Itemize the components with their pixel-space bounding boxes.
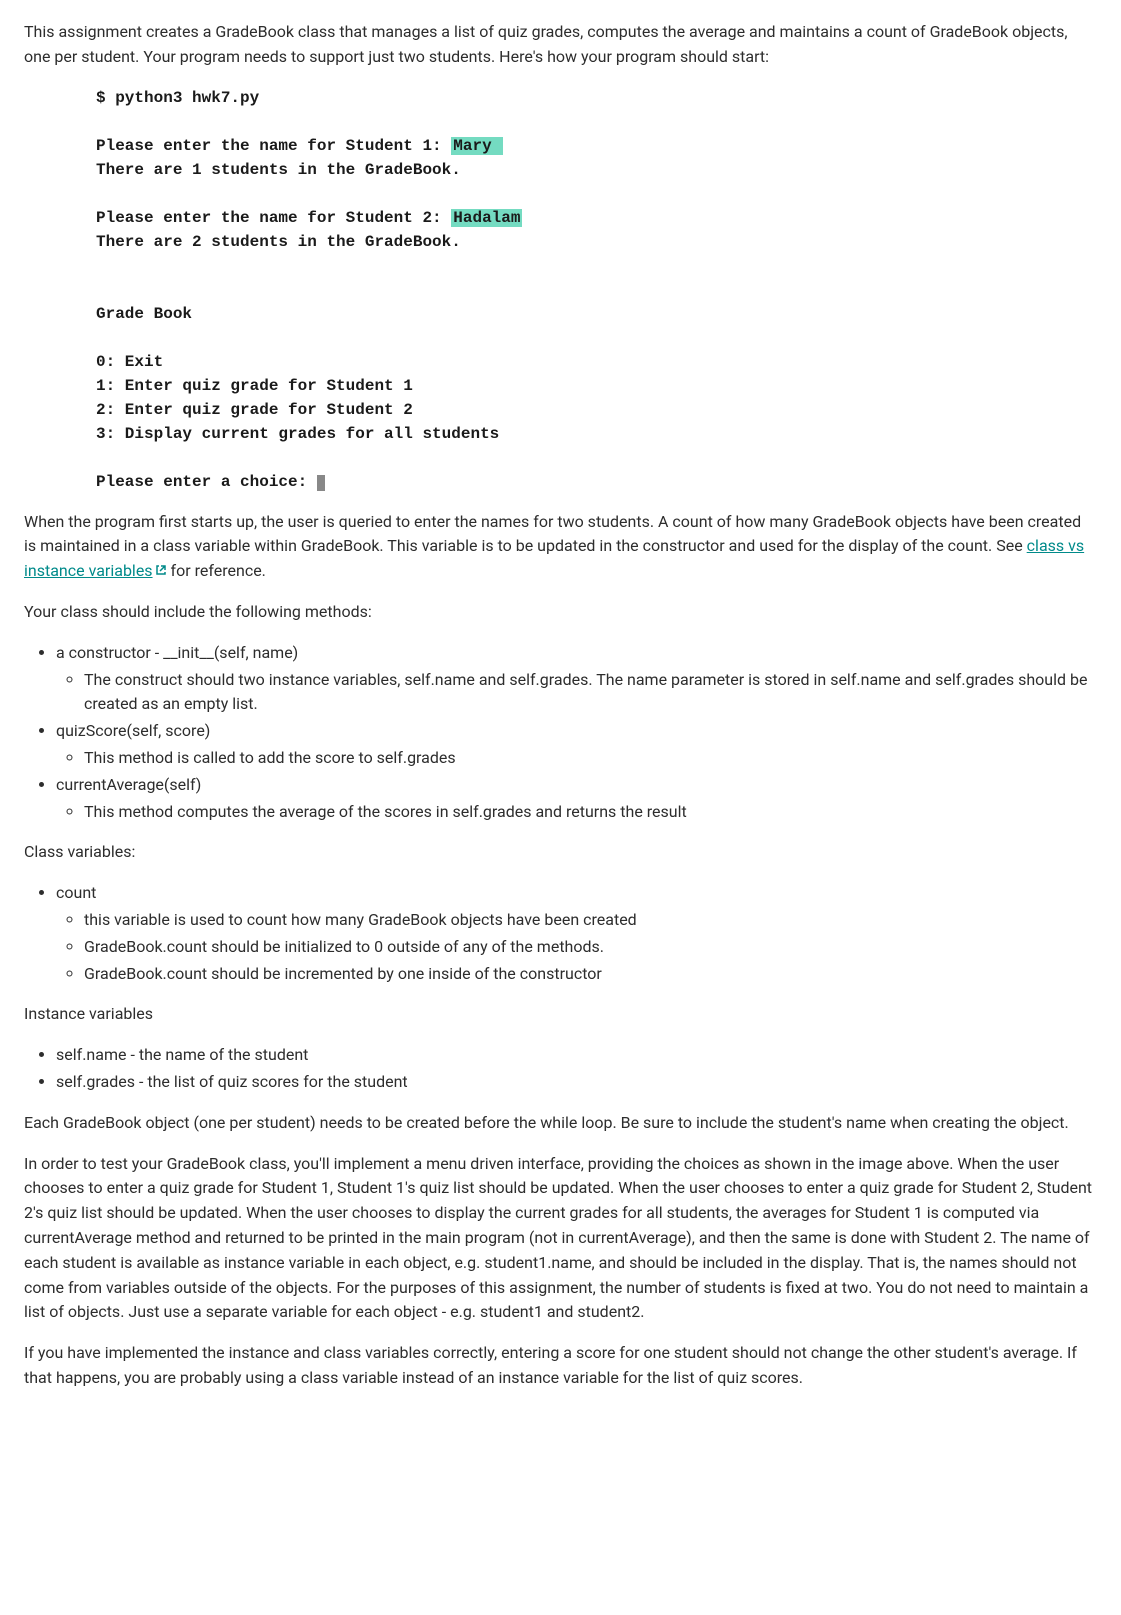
code-line: 0: Exit [96, 353, 163, 371]
code-line: 2: Enter quiz grade for Student 2 [96, 401, 413, 419]
highlighted-input: Hadalam [451, 209, 522, 227]
list-item: This method computes the average of the … [84, 800, 1097, 825]
code-line: 1: Enter quiz grade for Student 1 [96, 377, 413, 395]
code-line: 3: Display current grades for all studen… [96, 425, 499, 443]
code-line: $ python3 hwk7.py [96, 89, 259, 107]
list-item: count this variable is used to count how… [56, 881, 1097, 986]
instancevars-heading: Instance variables [24, 1002, 1097, 1027]
list-item: self.grades - the list of quiz scores fo… [56, 1070, 1097, 1095]
code-line: There are 1 students in the GradeBook. [96, 161, 461, 179]
list-item: quizScore(self, score) This method is ca… [56, 719, 1097, 771]
list-item: currentAverage(self) This method compute… [56, 773, 1097, 825]
code-line: Please enter the name for Student 2: [96, 209, 451, 227]
intro-paragraph: This assignment creates a GradeBook clas… [24, 20, 1097, 70]
list-item: self.name - the name of the student [56, 1043, 1097, 1068]
code-line: Please enter the name for Student 1: [96, 137, 451, 155]
list-item: The construct should two instance variab… [84, 668, 1097, 718]
highlighted-input: Mary [451, 137, 503, 155]
each-object-paragraph: Each GradeBook object (one per student) … [24, 1111, 1097, 1136]
code-line: There are 2 students in the GradeBook. [96, 233, 461, 251]
classvars-heading: Class variables: [24, 840, 1097, 865]
list-item: This method is called to add the score t… [84, 746, 1097, 771]
code-line: Grade Book [96, 305, 192, 323]
instancevars-list: self.name - the name of the student self… [24, 1043, 1097, 1095]
list-item: GradeBook.count should be incremented by… [84, 962, 1097, 987]
cursor-icon [317, 475, 325, 491]
methods-list: a constructor - __init__(self, name) The… [24, 641, 1097, 825]
code-line: Please enter a choice: [96, 473, 317, 491]
list-item: this variable is used to count how many … [84, 908, 1097, 933]
implementation-note-paragraph: If you have implemented the instance and… [24, 1341, 1097, 1391]
list-item: a constructor - __init__(self, name) The… [56, 641, 1097, 717]
classvars-list: count this variable is used to count how… [24, 881, 1097, 986]
test-paragraph: In order to test your GradeBook class, y… [24, 1152, 1097, 1326]
code-sample: $ python3 hwk7.py Please enter the name … [96, 86, 1097, 494]
explanation-paragraph: When the program first starts up, the us… [24, 510, 1097, 584]
methods-intro: Your class should include the following … [24, 600, 1097, 625]
list-item: GradeBook.count should be initialized to… [84, 935, 1097, 960]
external-link-icon [155, 559, 167, 571]
